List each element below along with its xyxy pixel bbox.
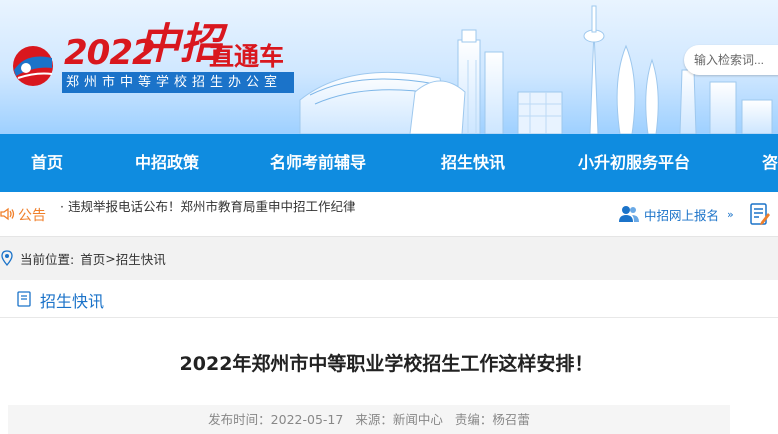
document-icon bbox=[17, 291, 31, 307]
main-nav: 首页 中招政策 名师考前辅导 招生快讯 小升初服务平台 咨 bbox=[0, 134, 778, 192]
notice-bar: 公告 · 违规举报电话公布！郑州市教育局重申中招工作纪律 中招网上报名 » bbox=[0, 192, 778, 237]
double-chevron-right-icon: » bbox=[727, 207, 734, 221]
breadcrumb: 当前位置: 首页 > 招生快讯 bbox=[0, 244, 166, 272]
section-title: 招生快讯 bbox=[40, 292, 105, 311]
nav-item-news[interactable]: 招生快讯 bbox=[441, 134, 505, 192]
article-panel: 2022年郑州市中等职业学校招生工作这样安排！ 发布时间：2022-05-17 … bbox=[0, 318, 778, 434]
search-box bbox=[684, 45, 778, 75]
nav-item-home[interactable]: 首页 bbox=[31, 134, 63, 192]
breadcrumb-current-link[interactable]: 招生快讯 bbox=[116, 249, 166, 268]
page: 2022 中招 直通车 郑州市中等学校招生办公室 首页 中招政策 名师考前辅导 … bbox=[0, 0, 778, 434]
nav-item-tutoring[interactable]: 名师考前辅导 bbox=[270, 134, 366, 192]
nav-item-xsc-platform[interactable]: 小升初服务平台 bbox=[578, 134, 690, 192]
article-title: 2022年郑州市中等职业学校招生工作这样安排！ bbox=[179, 353, 594, 375]
breadcrumb-separator: > bbox=[105, 250, 116, 266]
article-source: 来源：新闻中心 bbox=[355, 412, 443, 427]
logo-suffix-text: 直通车 bbox=[209, 42, 285, 71]
nav-item-policy[interactable]: 中招政策 bbox=[135, 134, 199, 192]
online-register-link[interactable]: 中招网上报名 » bbox=[618, 204, 734, 224]
online-register-label: 中招网上报名 bbox=[644, 207, 720, 223]
form-edit-icon[interactable] bbox=[749, 202, 771, 226]
notice-link[interactable]: · 违规举报电话公布！郑州市教育局重申中招工作纪律 bbox=[60, 196, 355, 215]
publish-time: 发布时间：2022-05-17 bbox=[208, 412, 344, 427]
user-group-icon bbox=[619, 206, 639, 222]
train-logo-icon bbox=[13, 46, 53, 86]
breadcrumb-prefix: 当前位置: bbox=[20, 251, 75, 267]
nav-item-consult[interactable]: 咨 bbox=[762, 134, 778, 192]
header-banner: 2022 中招 直通车 郑州市中等学校招生办公室 bbox=[0, 0, 778, 134]
article-meta: 发布时间：2022-05-17 来源：新闻中心 责编：杨召蕾 bbox=[8, 405, 730, 434]
logo-subtitle: 郑州市中等学校招生办公室 bbox=[62, 72, 294, 93]
notice-label: 公告 bbox=[18, 208, 46, 224]
breadcrumb-home-link[interactable]: 首页 bbox=[80, 249, 105, 268]
article-editor: 责编：杨召蕾 bbox=[454, 412, 530, 427]
section-header: 招生快讯 bbox=[0, 280, 778, 318]
search-input[interactable] bbox=[684, 45, 778, 75]
location-pin-icon bbox=[1, 250, 13, 266]
speaker-icon bbox=[0, 207, 15, 221]
